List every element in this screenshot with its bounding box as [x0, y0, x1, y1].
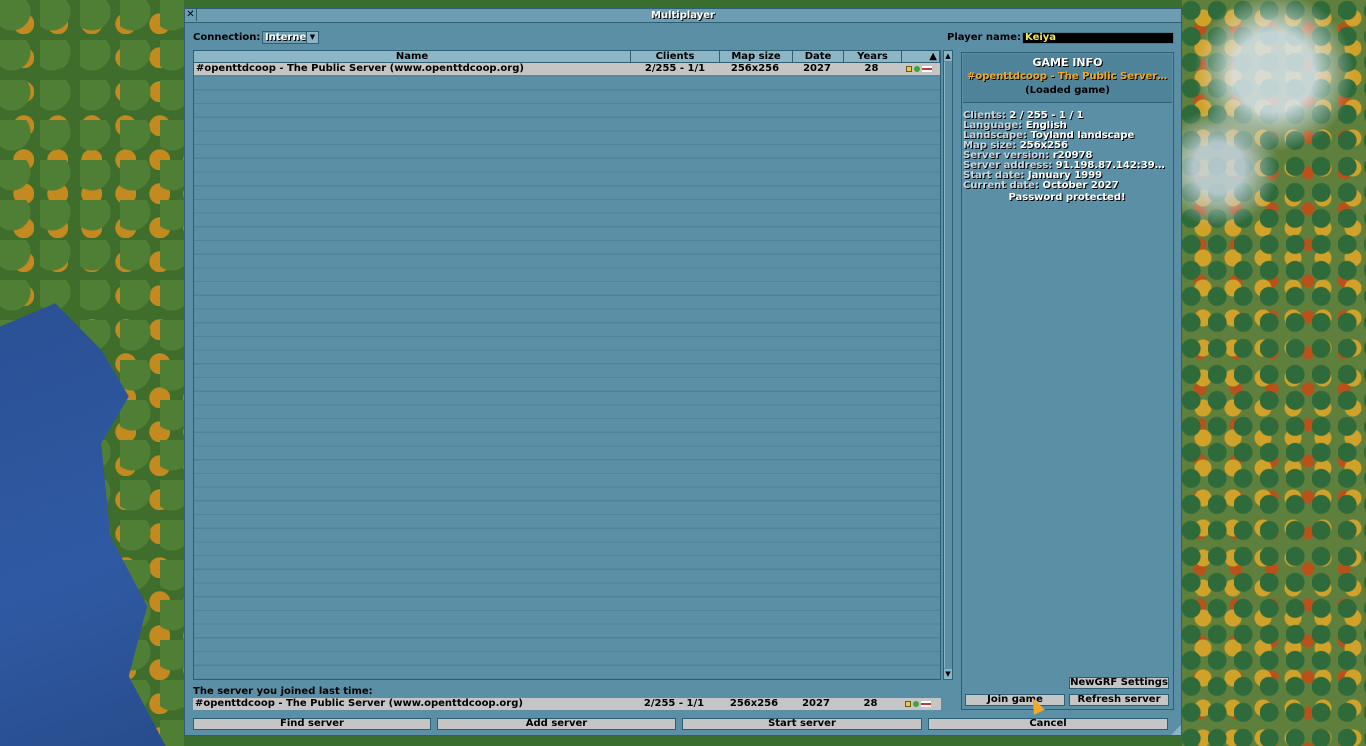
- last-joined-date: 2027: [802, 698, 830, 709]
- info-current-date: Current date: October 2027: [963, 181, 1119, 191]
- game-info-header: GAME INFO #openttdcoop - The Public Serv…: [963, 54, 1172, 103]
- compatible-icon: [914, 66, 920, 72]
- player-name-label: Player name:: [947, 32, 1021, 43]
- resize-handle-icon[interactable]: [1171, 725, 1181, 735]
- last-joined-map-size: 256x256: [729, 698, 779, 709]
- last-joined-label: The server you joined last time:: [193, 686, 373, 697]
- last-joined-clients: 2/255 - 1/1: [643, 698, 705, 709]
- game-info-details: Clients: 2 / 255 - 1 / 1 Language: Engli…: [963, 111, 1171, 203]
- close-icon[interactable]: ✕: [185, 9, 197, 21]
- find-server-button[interactable]: Find server: [193, 718, 431, 730]
- add-server-button[interactable]: Add server: [437, 718, 676, 730]
- cancel-button[interactable]: Cancel: [928, 718, 1168, 730]
- last-joined-status-icons: [905, 698, 939, 710]
- server-list-header: Name Clients Map size Date Years ▲: [194, 51, 940, 63]
- connection-value: Internet: [265, 32, 312, 43]
- flag-icon: [922, 66, 932, 72]
- column-header-name[interactable]: Name: [194, 51, 631, 63]
- game-info-loaded: (Loaded game): [1025, 85, 1110, 96]
- info-server-address: Server address: 91.198.87.142:3979 ...: [963, 161, 1171, 171]
- info-start-date: Start date: January 1999: [963, 171, 1103, 181]
- column-header-clients[interactable]: Clients: [631, 51, 720, 63]
- column-header-date[interactable]: Date: [793, 51, 844, 63]
- compatible-icon: [913, 701, 919, 707]
- lock-icon: [905, 701, 911, 707]
- connection-label: Connection:: [193, 32, 261, 43]
- window-titlebar[interactable]: Multiplayer: [185, 9, 1181, 23]
- newgrf-settings-button[interactable]: NewGRF Settings: [1069, 677, 1169, 689]
- table-row[interactable]: #openttdcoop - The Public Server (www.op…: [194, 63, 940, 75]
- server-years: 28: [864, 63, 879, 74]
- server-date: 2027: [803, 63, 831, 74]
- start-server-button[interactable]: Start server: [682, 718, 922, 730]
- info-clients: Clients: 2 / 255 - 1 / 1: [963, 111, 1084, 121]
- last-joined-server-row[interactable]: #openttdcoop - The Public Server (www.op…: [193, 698, 941, 710]
- multiplayer-window: Multiplayer ✕ Connection: Internet ▼ Pla…: [184, 8, 1182, 736]
- refresh-server-button[interactable]: Refresh server: [1069, 694, 1169, 706]
- last-joined-years: 28: [863, 698, 878, 709]
- connection-dropdown[interactable]: Internet ▼: [262, 31, 319, 44]
- server-name: #openttdcoop - The Public Server (www.op…: [196, 63, 524, 74]
- window-title: Multiplayer: [651, 10, 715, 21]
- password-protected-notice: Password protected!: [1008, 193, 1126, 203]
- snow-area: [1182, 0, 1366, 240]
- scroll-up-icon[interactable]: ▲: [944, 51, 952, 61]
- scrollbar-track[interactable]: [944, 62, 952, 668]
- column-header-years[interactable]: Years: [844, 51, 902, 63]
- chevron-down-icon[interactable]: ▼: [306, 32, 318, 43]
- game-info-server-name: #openttdcoop - The Public Server (w...: [967, 71, 1170, 82]
- server-status-icons: [906, 63, 940, 75]
- column-header-map-size[interactable]: Map size: [720, 51, 793, 63]
- flag-icon: [921, 701, 931, 707]
- last-joined-name: #openttdcoop - The Public Server (www.op…: [195, 698, 523, 709]
- game-info-panel: GAME INFO #openttdcoop - The Public Serv…: [961, 52, 1174, 710]
- server-list: Name Clients Map size Date Years ▲ #open…: [193, 50, 941, 680]
- sort-up-icon[interactable]: ▲: [902, 51, 940, 63]
- info-map-size: Map size: 256x256: [963, 141, 1069, 151]
- info-server-version: Server version: r20978: [963, 151, 1093, 161]
- server-list-scrollbar[interactable]: ▲ ▼: [943, 50, 953, 680]
- player-name-input[interactable]: Keiya: [1022, 32, 1174, 44]
- server-map-size: 256x256: [730, 63, 780, 74]
- join-game-button[interactable]: Join game: [965, 694, 1065, 706]
- scroll-down-icon[interactable]: ▼: [944, 669, 952, 679]
- info-language: Language: English: [963, 121, 1067, 131]
- info-landscape: Landscape: Toyland landscape: [963, 131, 1135, 141]
- lock-icon: [906, 66, 912, 72]
- player-name-value: Keiya: [1025, 32, 1057, 43]
- server-clients: 2/255 - 1/1: [644, 63, 706, 74]
- server-list-body[interactable]: #openttdcoop - The Public Server (www.op…: [194, 63, 940, 679]
- game-info-title: GAME INFO: [1032, 56, 1103, 69]
